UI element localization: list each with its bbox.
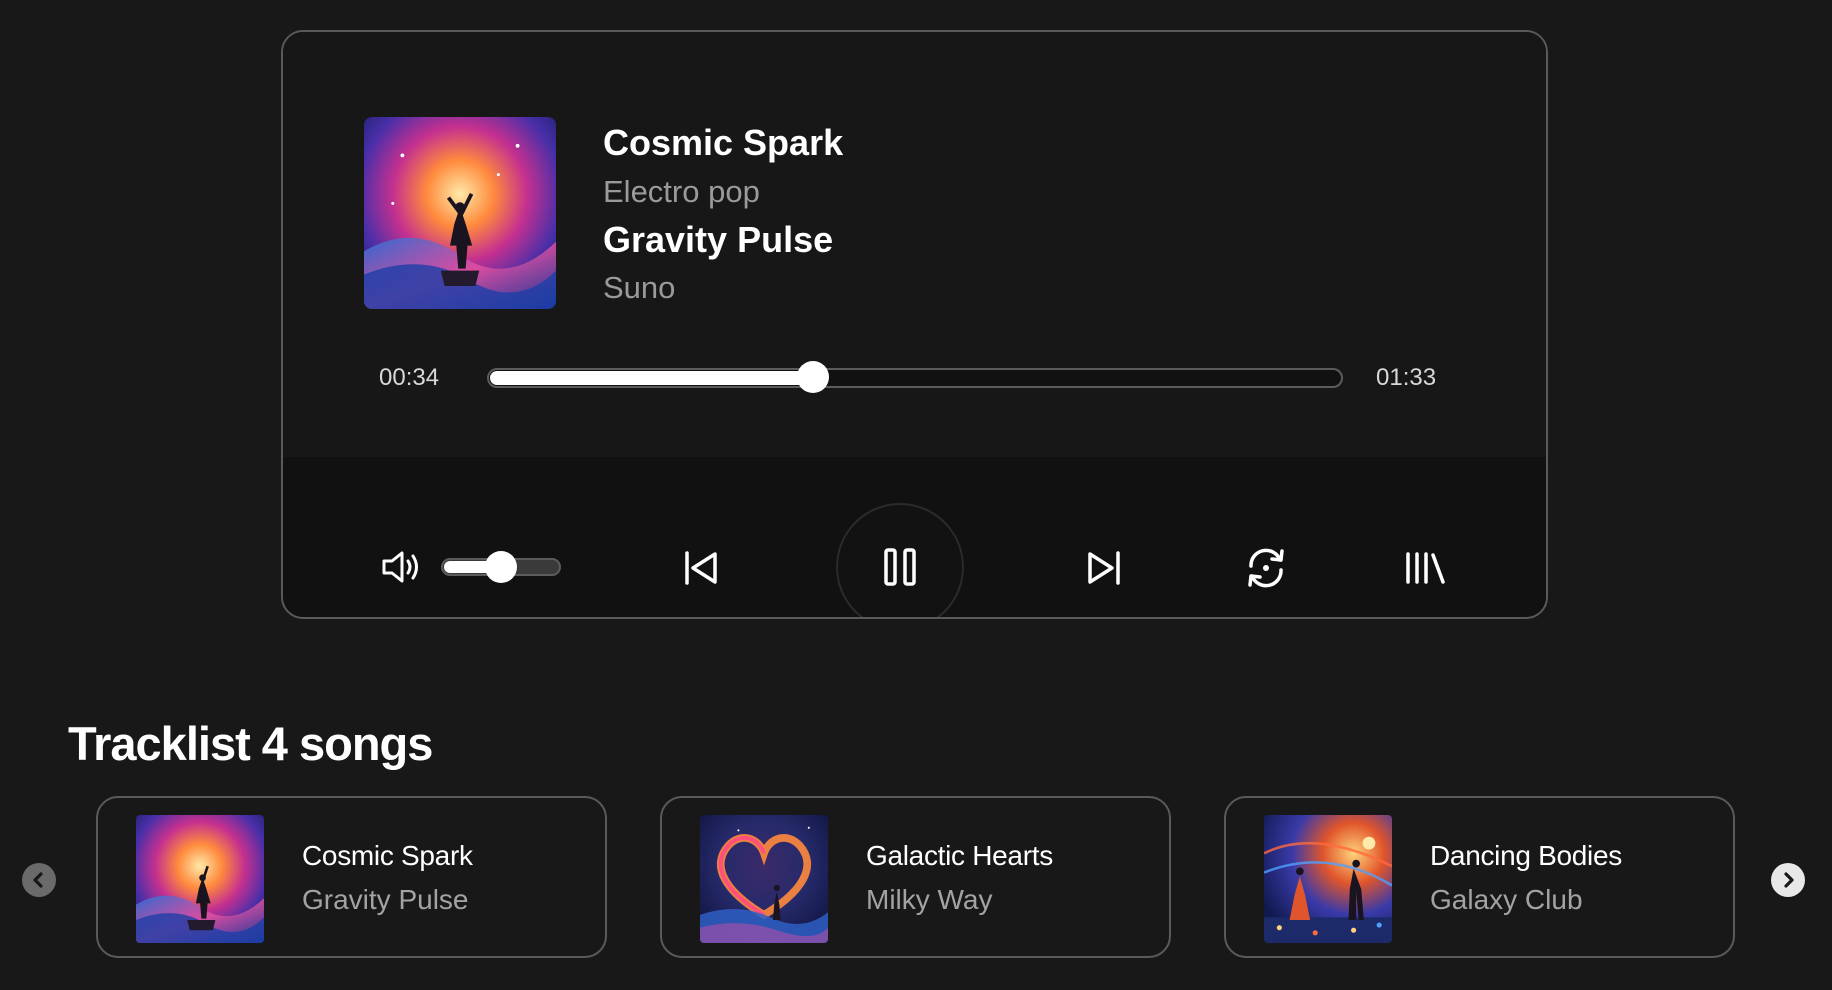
chevron-right-icon [1784, 872, 1794, 888]
previous-track-button[interactable] [677, 544, 725, 592]
track-art [136, 815, 264, 943]
library-button[interactable] [1400, 544, 1450, 592]
track-card-title: Galactic Hearts [866, 840, 1053, 871]
track-artist: Suno [603, 270, 676, 305]
carousel-next-button[interactable] [1771, 863, 1805, 897]
next-track-button[interactable] [1080, 544, 1128, 592]
track-title: Cosmic Spark [603, 122, 844, 163]
tracklist-item[interactable]: Cosmic Spark Gravity Pulse [96, 796, 607, 958]
repeat-icon [1248, 548, 1284, 588]
track-card-title: Cosmic Spark [302, 840, 473, 871]
volume-button[interactable] [379, 544, 425, 590]
volume-high-icon [382, 551, 418, 583]
current-time: 00:34 [379, 364, 440, 391]
galactic-hearts-art-icon [700, 815, 828, 943]
tracklist-heading: Tracklist 4 songs [68, 717, 433, 770]
track-card-album: Gravity Pulse [302, 884, 469, 915]
progress-fill [490, 371, 814, 385]
progress-bar[interactable] [487, 361, 1343, 393]
cosmic-spark-art-icon [136, 815, 264, 943]
cosmic-spark-cover-art-icon [364, 117, 556, 309]
dancing-bodies-art-icon [1264, 815, 1392, 943]
track-album: Gravity Pulse [603, 219, 834, 260]
tracklist-item[interactable]: Galactic Hearts Milky Way [660, 796, 1171, 958]
volume-thumb[interactable] [485, 551, 517, 583]
skip-next-icon [1088, 551, 1120, 585]
chevron-left-icon [33, 872, 43, 888]
carousel-prev-button[interactable] [22, 863, 56, 897]
music-player-page: Cosmic Spark Electro pop Gravity Pulse S… [0, 0, 1832, 990]
track-card-title: Dancing Bodies [1430, 840, 1622, 871]
library-icon [1406, 552, 1445, 584]
track-genre: Electro pop [603, 174, 760, 209]
total-time: 01:33 [1376, 364, 1437, 391]
player-card: Cosmic Spark Electro pop Gravity Pulse S… [281, 30, 1548, 619]
album-cover [364, 117, 556, 309]
now-playing-info: Cosmic Spark Electro pop Gravity Pulse S… [603, 118, 843, 312]
volume-slider[interactable] [441, 551, 561, 583]
skip-previous-icon [685, 551, 717, 585]
track-art [1264, 815, 1392, 943]
pause-button[interactable] [836, 503, 964, 617]
track-art [700, 815, 828, 943]
pause-icon [884, 548, 916, 586]
repeat-button[interactable] [1240, 542, 1292, 594]
progress-thumb[interactable] [796, 361, 829, 393]
track-card-album: Galaxy Club [1430, 884, 1583, 915]
tracklist-item[interactable]: Dancing Bodies Galaxy Club [1224, 796, 1735, 958]
track-card-album: Milky Way [866, 884, 993, 915]
